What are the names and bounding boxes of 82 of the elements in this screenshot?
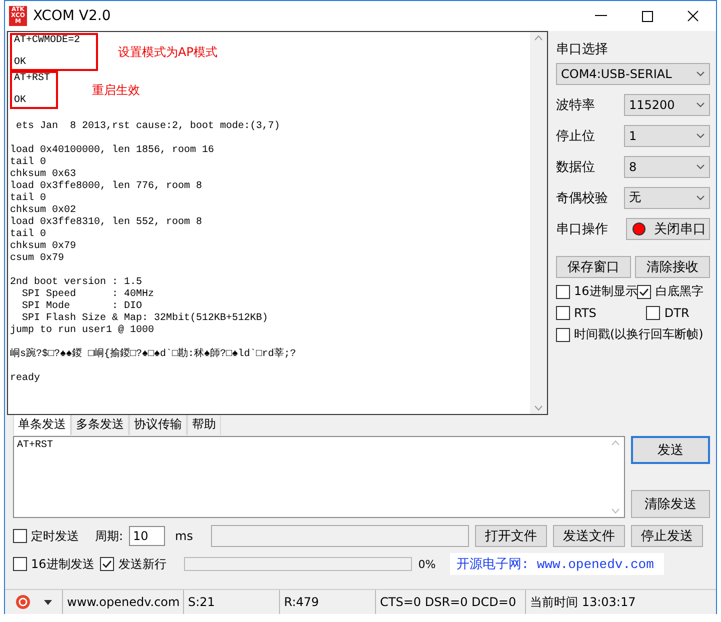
checkbox[interactable] [13,557,27,571]
option-label: 16进制发送 [31,556,94,572]
log-line: OK [14,95,26,107]
log-line: jump to run user1 @ 1000 [10,325,154,337]
setting-label: 停止位 [556,128,595,144]
sent-count: S:21 [188,595,215,610]
log-line: chksum 0x79 [10,241,76,253]
tab[interactable]: 协议传输 [129,413,187,435]
setting-label: 奇偶校验 [556,190,608,206]
file-button[interactable]: 发送文件 [553,525,626,547]
log-line: SPI Mode : DIO [21,301,142,312]
tab[interactable]: 多条发送 [71,413,129,435]
progress-reading: 0% [418,558,437,570]
log-line: AT+RST [14,73,50,85]
checkbox[interactable] [13,529,27,543]
website-banner: 开源电子网: www.openedv.com [450,553,664,575]
power-icon[interactable] [15,594,32,610]
log-line: load 0x3ffe8310, len 552, room 8 [10,217,202,228]
log-line: chksum 0x02 [10,205,76,216]
log-line: ready [10,373,40,385]
setting-label: 数据位 [556,158,595,176]
setting-dropdown[interactable]: 1 [624,124,710,146]
log-line: ets Jan 8 2013,rst cause:2, boot mode:(3,7) [15,121,280,133]
option-label: 时间戳(以换行回车断帧) [574,326,704,343]
line-status: CTS=0 DSR=0 DCD=0 [380,595,516,610]
log-line: csum 0x79 [10,253,64,265]
file-path-field[interactable] [211,525,470,547]
receive-button[interactable]: 保存窗口 [556,256,631,278]
port-dropdown[interactable]: COM4:USB-SERIAL [556,63,710,85]
option-label: 发送新行 [118,556,166,572]
setting-dropdown[interactable]: 无 [624,186,710,208]
log-line: AT+CWMODE=2 [14,35,80,47]
close-port-button[interactable]: 关闭串口 [626,218,710,240]
operation-label: 串口操作 [556,220,608,238]
file-button[interactable]: 停止发送 [631,525,704,547]
file-button[interactable]: 打开文件 [475,525,548,547]
log-line: SPI Flash Size & Map: 32Mbit(512KB+512KB) [21,313,268,324]
log-line: tail 0 [10,157,46,168]
caret-icon[interactable] [44,600,52,605]
log-line: OK [14,57,26,69]
dropdown-caret-icon [696,132,705,138]
setting-label: 波特率 [556,96,595,114]
checkbox[interactable] [556,284,570,298]
log-line: tail 0 [10,229,46,240]
checkbox[interactable] [646,306,660,320]
checkbox[interactable] [556,306,570,320]
port-label: 串口选择 [556,41,608,58]
tab[interactable]: 帮助 [187,413,221,435]
checkbox[interactable] [637,284,652,298]
option-label: 16进制显示 [574,283,638,300]
log-line: chksum 0x63 [10,169,76,180]
period-label: 周期: [95,528,124,544]
annotation-text: 重启生效 [92,84,140,96]
dropdown-caret-icon [696,194,705,200]
option-label: 定时发送 [31,528,79,544]
log-line: load 0x40100000, len 1856, room 16 [10,145,214,156]
log-line: tail 0 [10,193,46,204]
log-line: SPI Speed : 40MHz [21,289,154,300]
checkbox[interactable] [100,557,114,571]
dropdown-caret-icon [696,102,705,108]
receive-button[interactable]: 清除接收 [635,256,710,278]
dropdown-caret-icon [696,71,705,77]
received-count: R:479 [284,595,319,610]
setting-dropdown[interactable]: 8 [624,156,710,178]
annotation-text: 设置模式为AP模式 [118,46,218,58]
checkbox[interactable] [556,328,570,342]
log-line: 峒s踠?$□?♠♠鍐 □峒{揄鍐□?♠□♠d`□勘:秫♠師?□♠ld`□rd莘;? [10,349,296,361]
dropdown-caret-icon [696,164,705,170]
option-label: DTR [664,306,690,320]
send-button[interactable]: 发送 [631,436,710,464]
clear-send-button[interactable]: 清除发送 [631,490,710,518]
period-field[interactable]: 10 [129,526,166,546]
current-time: 当前时间 13:03:17 [530,594,636,611]
status-website: www.openedv.com [67,595,180,610]
log-line: load 0x3ffe8000, len 776, room 8 [10,181,202,192]
status-light-icon [630,220,648,238]
option-label: RTS [574,306,596,320]
setting-dropdown[interactable]: 115200 [624,94,710,116]
option-label: 白底黑字 [655,283,704,300]
unit-label: ms [174,529,194,543]
window-title: XCOM V2.0 [33,8,112,24]
log-line: 2nd boot version : 1.5 [10,277,142,288]
